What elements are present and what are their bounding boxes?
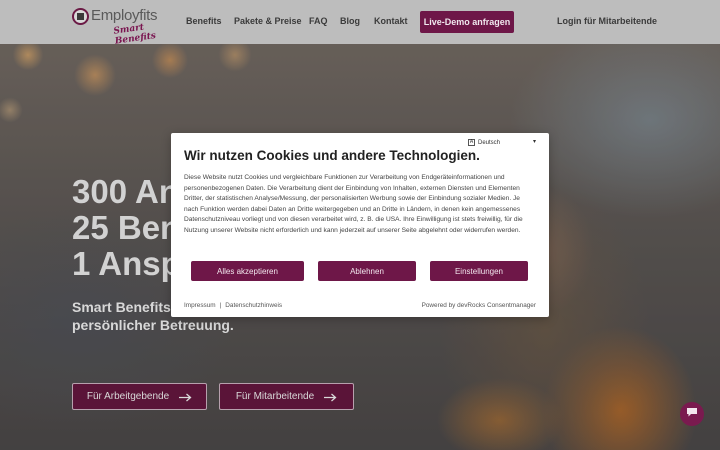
cookie-dialog-links: Impressum | Datenschutzhinweis	[184, 302, 282, 309]
live-demo-button[interactable]: Live-Demo anfragen	[420, 11, 514, 33]
settings-button[interactable]: Einstellungen	[430, 261, 528, 281]
language-label: Deutsch	[478, 139, 501, 146]
cookie-consent-dialog: A Deutsch ▾ Wir nutzen Cookies und ander…	[171, 133, 549, 317]
nav-pakete-preise[interactable]: Pakete & Preise	[234, 16, 302, 26]
privacy-link[interactable]: Datenschutzhinweis	[225, 302, 282, 309]
chat-bubble-icon	[686, 405, 698, 423]
link-separator: |	[219, 302, 222, 309]
logo[interactable]: Employfits Smart Benefits	[72, 7, 168, 47]
arrow-right-icon	[324, 392, 337, 402]
reject-button[interactable]: Ablehnen	[318, 261, 416, 281]
powered-by-text: Powered by devRocks Consentmanager	[421, 302, 536, 309]
cookie-dialog-text: Diese Website nutzt Cookies und vergleic…	[184, 174, 523, 234]
accept-all-button[interactable]: Alles akzeptieren	[191, 261, 304, 281]
site-header: Employfits Smart Benefits Benefits Paket…	[0, 0, 720, 47]
nav-kontakt[interactable]: Kontakt	[374, 16, 408, 26]
cta-employers-button[interactable]: Für Arbeitgebende	[72, 383, 207, 410]
arrow-right-icon	[179, 392, 192, 402]
caret-down-icon: ▾	[532, 139, 536, 145]
login-link[interactable]: Login für Mitarbeitende	[557, 16, 657, 26]
translate-icon: A	[468, 139, 475, 146]
imprint-link[interactable]: Impressum	[184, 302, 216, 309]
cta-employers-label: Für Arbeitgebende	[86, 391, 170, 402]
logo-mark-icon	[72, 8, 89, 25]
nav-benefits[interactable]: Benefits	[186, 16, 222, 26]
nav-faq[interactable]: FAQ	[309, 16, 328, 26]
cta-employees-button[interactable]: Für Mitarbeitende	[219, 383, 354, 410]
cta-employees-label: Für Mitarbeitende	[235, 391, 315, 402]
language-select[interactable]: A Deutsch ▾	[468, 137, 536, 148]
cookie-dialog-title: Wir nutzen Cookies und andere Technologi…	[184, 148, 480, 163]
chat-button[interactable]	[680, 402, 704, 426]
nav-blog[interactable]: Blog	[340, 16, 360, 26]
